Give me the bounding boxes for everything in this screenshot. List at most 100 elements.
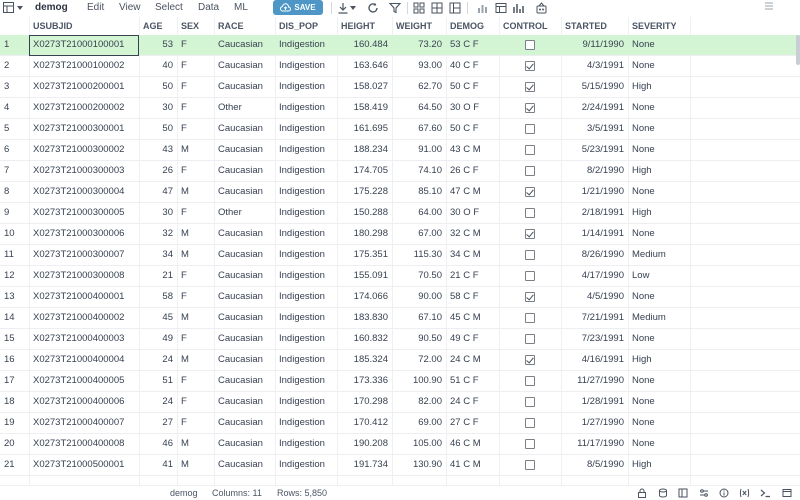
cell-weight[interactable]: 64.50 xyxy=(392,98,446,119)
cell-age[interactable]: 43 xyxy=(139,140,177,161)
table-row[interactable]: 6 X0273T21000300002 43 M Caucasian Indigestio… xyxy=(0,140,800,161)
cell-control[interactable] xyxy=(499,392,561,413)
cell-height[interactable]: 185.324 xyxy=(337,350,392,371)
menu-select[interactable]: Select xyxy=(155,2,183,13)
row-number[interactable]: 6 xyxy=(0,140,29,161)
cell-race[interactable]: Caucasian xyxy=(214,329,275,350)
control-checkbox[interactable] xyxy=(525,208,535,218)
cell-height[interactable]: 158.419 xyxy=(337,98,392,119)
row-number[interactable]: 13 xyxy=(0,287,29,308)
control-checkbox[interactable] xyxy=(525,439,535,449)
cell-height[interactable]: 173.336 xyxy=(337,371,392,392)
table-row[interactable]: 8 X0273T21000300004 47 M Caucasian Indigestio… xyxy=(0,182,800,203)
cell-usubjid[interactable]: X0273T21000100002 xyxy=(29,56,139,77)
column-header-usubjid[interactable]: USUBJID xyxy=(29,17,139,35)
table-row[interactable]: 5 X0273T21000300001 50 F Caucasian Indigestio… xyxy=(0,119,800,140)
cell-race[interactable]: Caucasian xyxy=(214,371,275,392)
cell-dis-pop[interactable]: Indigestion xyxy=(275,434,337,455)
refresh-icon[interactable] xyxy=(366,1,380,15)
cell-age[interactable]: 30 xyxy=(139,203,177,224)
cell-severity[interactable]: None xyxy=(628,224,690,245)
cell-demog[interactable]: 46 C M xyxy=(446,434,499,455)
cell-demog[interactable]: 43 C M xyxy=(446,140,499,161)
cell-race[interactable]: Caucasian xyxy=(214,287,275,308)
cell-race[interactable]: Caucasian xyxy=(214,77,275,98)
cell-usubjid[interactable]: X0273T21000400003 xyxy=(29,329,139,350)
properties-icon[interactable] xyxy=(698,487,709,498)
cell-weight[interactable]: 90.00 xyxy=(392,287,446,308)
cell-dis-pop[interactable]: Indigestion xyxy=(275,308,337,329)
cell-race[interactable]: Caucasian xyxy=(214,56,275,77)
table-row[interactable]: 20 X0273T21000400008 46 M Caucasian Indigesti… xyxy=(0,434,800,455)
cell-age[interactable]: 40 xyxy=(139,56,177,77)
cell-usubjid[interactable]: X0273T21000400007 xyxy=(29,413,139,434)
cell-dis-pop[interactable]: Indigestion xyxy=(275,98,337,119)
cell-usubjid[interactable]: X0273T21000100001 xyxy=(29,35,139,56)
cell-sex[interactable]: M xyxy=(177,182,214,203)
cell-control[interactable] xyxy=(499,224,561,245)
cell-sex[interactable]: M xyxy=(177,245,214,266)
cell-usubjid[interactable]: X0273T21000300006 xyxy=(29,224,139,245)
control-checkbox[interactable] xyxy=(525,271,535,281)
control-checkbox[interactable] xyxy=(525,460,535,470)
cell-demog[interactable]: 32 C M xyxy=(446,224,499,245)
cell-control[interactable] xyxy=(499,56,561,77)
cell-dis-pop[interactable]: Indigestion xyxy=(275,119,337,140)
cell-race[interactable]: Caucasian xyxy=(214,182,275,203)
cell-started[interactable]: 2/24/1991 xyxy=(561,98,628,119)
cell-sex[interactable]: M xyxy=(177,308,214,329)
cell-weight[interactable]: 72.00 xyxy=(392,350,446,371)
cell-usubjid[interactable]: X0273T21000300008 xyxy=(29,266,139,287)
hamburger-menu-icon[interactable] xyxy=(764,0,774,14)
table-row[interactable]: 3 X0273T21000200001 50 F Caucasian Indigestio… xyxy=(0,77,800,98)
cell-age[interactable]: 34 xyxy=(139,245,177,266)
columns-panel-icon[interactable] xyxy=(677,487,688,498)
cell-severity[interactable]: None xyxy=(628,434,690,455)
save-button[interactable]: SAVE xyxy=(273,0,323,15)
cell-severity[interactable]: None xyxy=(628,182,690,203)
cell-sex[interactable]: M xyxy=(177,224,214,245)
cell-age[interactable]: 49 xyxy=(139,329,177,350)
cell-control[interactable] xyxy=(499,35,561,56)
cell-dis-pop[interactable]: Indigestion xyxy=(275,329,337,350)
bar-chart-icon[interactable] xyxy=(476,1,490,15)
table-row[interactable]: 21 X0273T21000500001 41 M Caucasian Indigesti… xyxy=(0,455,800,476)
cell-dis-pop[interactable]: Indigestion xyxy=(275,182,337,203)
cell-sex[interactable]: M xyxy=(177,455,214,476)
cell-race[interactable]: Caucasian xyxy=(214,245,275,266)
cell-demog[interactable]: 53 C F xyxy=(446,35,499,56)
cell-started[interactable]: 1/14/1991 xyxy=(561,224,628,245)
cell-dis-pop[interactable]: Indigestion xyxy=(275,35,337,56)
cell-control[interactable] xyxy=(499,161,561,182)
cell-race[interactable]: Caucasian xyxy=(214,392,275,413)
vertical-scrollbar[interactable] xyxy=(796,35,800,65)
cell-control[interactable] xyxy=(499,371,561,392)
cell-severity[interactable]: None xyxy=(628,98,690,119)
cell-age[interactable]: 45 xyxy=(139,308,177,329)
cell-control[interactable] xyxy=(499,308,561,329)
cell-usubjid[interactable]: X0273T21000300007 xyxy=(29,245,139,266)
filter-icon[interactable] xyxy=(388,1,402,15)
cell-age[interactable]: 27 xyxy=(139,413,177,434)
model-icon[interactable] xyxy=(534,1,548,15)
cell-started[interactable]: 1/28/1991 xyxy=(561,392,628,413)
control-checkbox[interactable] xyxy=(525,166,535,176)
cell-demog[interactable]: 41 C M xyxy=(446,455,499,476)
cell-sex[interactable]: F xyxy=(177,56,214,77)
cell-severity[interactable]: None xyxy=(628,287,690,308)
cell-usubjid[interactable]: X0273T21000400005 xyxy=(29,371,139,392)
cell-sex[interactable]: F xyxy=(177,392,214,413)
cell-race[interactable]: Other xyxy=(214,203,275,224)
cell-started[interactable]: 11/27/1990 xyxy=(561,371,628,392)
cell-demog[interactable]: 24 C F xyxy=(446,392,499,413)
cell-weight[interactable]: 115.30 xyxy=(392,245,446,266)
cell-sex[interactable]: F xyxy=(177,98,214,119)
control-checkbox[interactable] xyxy=(525,250,535,260)
table-row[interactable]: 18 X0273T21000400006 24 F Caucasian Indigesti… xyxy=(0,392,800,413)
cell-severity[interactable]: None xyxy=(628,140,690,161)
table-row[interactable]: 14 X0273T21000400002 45 M Caucasian Indigesti… xyxy=(0,308,800,329)
cell-race[interactable]: Caucasian xyxy=(214,350,275,371)
menu-data[interactable]: Data xyxy=(198,2,219,13)
cell-usubjid[interactable]: X0273T21000200002 xyxy=(29,98,139,119)
cell-started[interactable]: 2/18/1991 xyxy=(561,203,628,224)
